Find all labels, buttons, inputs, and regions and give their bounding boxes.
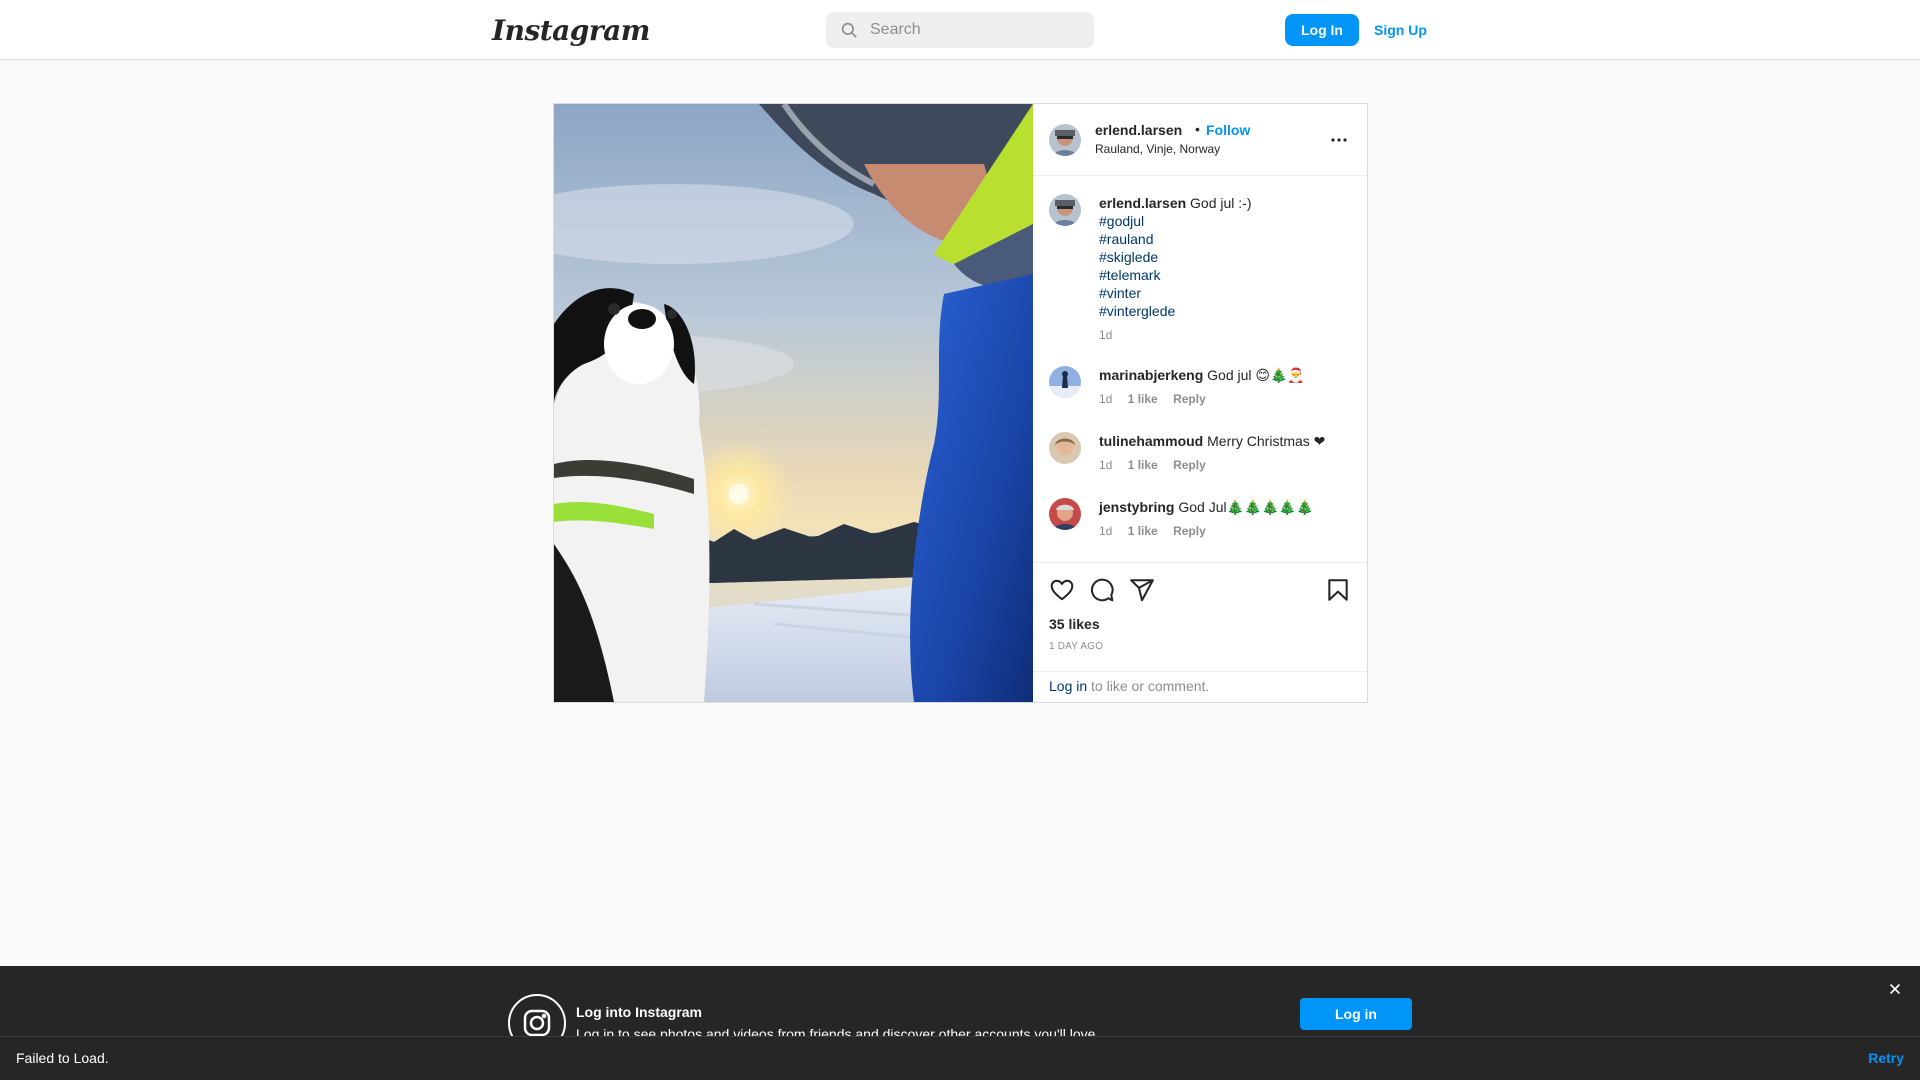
close-icon[interactable] <box>1888 982 1902 996</box>
post-side-panel: erlend.larsen • Follow Rauland, Vinje, N… <box>1033 104 1367 702</box>
caption-text: God jul :-) <box>1190 195 1252 211</box>
bookmark-icon[interactable] <box>1325 577 1351 603</box>
post-timestamp: 1 DAY AGO <box>1049 641 1104 652</box>
search-box[interactable] <box>826 12 1094 48</box>
login-prompt: Log in to like or comment. <box>1033 671 1367 702</box>
signup-link[interactable]: Sign Up <box>1372 14 1429 46</box>
follow-button[interactable]: Follow <box>1206 122 1250 138</box>
post-image[interactable] <box>554 104 1033 702</box>
more-options-icon[interactable] <box>1327 128 1351 152</box>
hashtag[interactable]: #vinterglede <box>1099 302 1351 320</box>
caption-avatar[interactable] <box>1049 194 1081 226</box>
comment-username[interactable]: marinabjerkeng <box>1099 367 1203 383</box>
commenter-avatar[interactable] <box>1049 432 1081 464</box>
author-avatar[interactable] <box>1049 124 1081 156</box>
hashtag[interactable]: #skiglede <box>1099 248 1351 266</box>
top-navigation: Instagram Log In Sign Up <box>0 0 1920 60</box>
post-photo-art <box>554 104 1033 702</box>
login-button[interactable]: Log In <box>1285 14 1359 46</box>
instagram-logo[interactable]: Instagram <box>492 14 650 47</box>
commenter-avatar[interactable] <box>1049 366 1081 398</box>
retry-button[interactable]: Retry <box>1868 1050 1904 1066</box>
comment-time[interactable]: 1d <box>1099 524 1112 538</box>
likes-count[interactable]: 35 likes <box>1049 616 1100 632</box>
author-username[interactable]: erlend.larsen <box>1095 122 1182 138</box>
error-toast: Failed to Load. Retry <box>0 1036 1920 1080</box>
comment-username[interactable]: tulinehammoud <box>1099 433 1203 449</box>
comment-icon[interactable] <box>1089 577 1115 603</box>
post-header: erlend.larsen • Follow Rauland, Vinje, N… <box>1033 104 1367 176</box>
search-icon <box>840 21 858 39</box>
hashtag[interactable]: #rauland <box>1099 230 1351 248</box>
share-icon[interactable] <box>1129 577 1155 603</box>
caption-time[interactable]: 1d <box>1099 328 1112 342</box>
separator-dot: • <box>1195 121 1200 137</box>
comment-text: Merry Christmas ❤ <box>1207 433 1326 449</box>
login-link[interactable]: Log in <box>1049 678 1087 694</box>
caption-meta: 1d <box>1099 326 1351 344</box>
instagram-glyph-icon <box>508 994 566 1036</box>
search-input[interactable] <box>870 21 1070 39</box>
hashtag[interactable]: #telemark <box>1099 266 1351 284</box>
reply-button[interactable]: Reply <box>1173 392 1206 406</box>
banner-title: Log into Instagram <box>576 1004 702 1020</box>
comment-meta: 1d 1 like Reply <box>1099 522 1351 540</box>
comment-likes[interactable]: 1 like <box>1128 458 1158 472</box>
caption-username[interactable]: erlend.larsen <box>1099 195 1186 211</box>
hashtag[interactable]: #vinter <box>1099 284 1351 302</box>
comments-list: erlend.larsen God jul :-) #godjul #raula… <box>1033 176 1367 562</box>
banner-subtitle: Log in to see photos and videos from fri… <box>576 1026 1100 1036</box>
post-card: erlend.larsen • Follow Rauland, Vinje, N… <box>553 103 1368 703</box>
reply-button[interactable]: Reply <box>1173 458 1206 472</box>
toast-message: Failed to Load. <box>16 1050 109 1066</box>
login-prompt-text: to like or comment. <box>1087 678 1210 694</box>
heart-icon[interactable] <box>1049 577 1075 603</box>
action-bar <box>1033 562 1367 616</box>
commenter-avatar[interactable] <box>1049 498 1081 530</box>
comment-time[interactable]: 1d <box>1099 392 1112 406</box>
comment-likes[interactable]: 1 like <box>1128 524 1158 538</box>
comment-time[interactable]: 1d <box>1099 458 1112 472</box>
login-banner: Log into Instagram Log in to see photos … <box>0 966 1920 1036</box>
comment-text: God jul 😊🎄🎅 <box>1207 367 1305 383</box>
banner-login-button[interactable]: Log in <box>1300 998 1412 1030</box>
comment-meta: 1d 1 like Reply <box>1099 456 1351 474</box>
post-location[interactable]: Rauland, Vinje, Norway <box>1095 142 1220 156</box>
reply-button[interactable]: Reply <box>1173 524 1206 538</box>
comment-likes[interactable]: 1 like <box>1128 392 1158 406</box>
hashtag[interactable]: #godjul <box>1099 212 1351 230</box>
comment-meta: 1d 1 like Reply <box>1099 390 1351 408</box>
comment-text: God Jul🎄🎄🎄🎄🎄 <box>1178 499 1314 515</box>
comment-username[interactable]: jenstybring <box>1099 499 1174 515</box>
